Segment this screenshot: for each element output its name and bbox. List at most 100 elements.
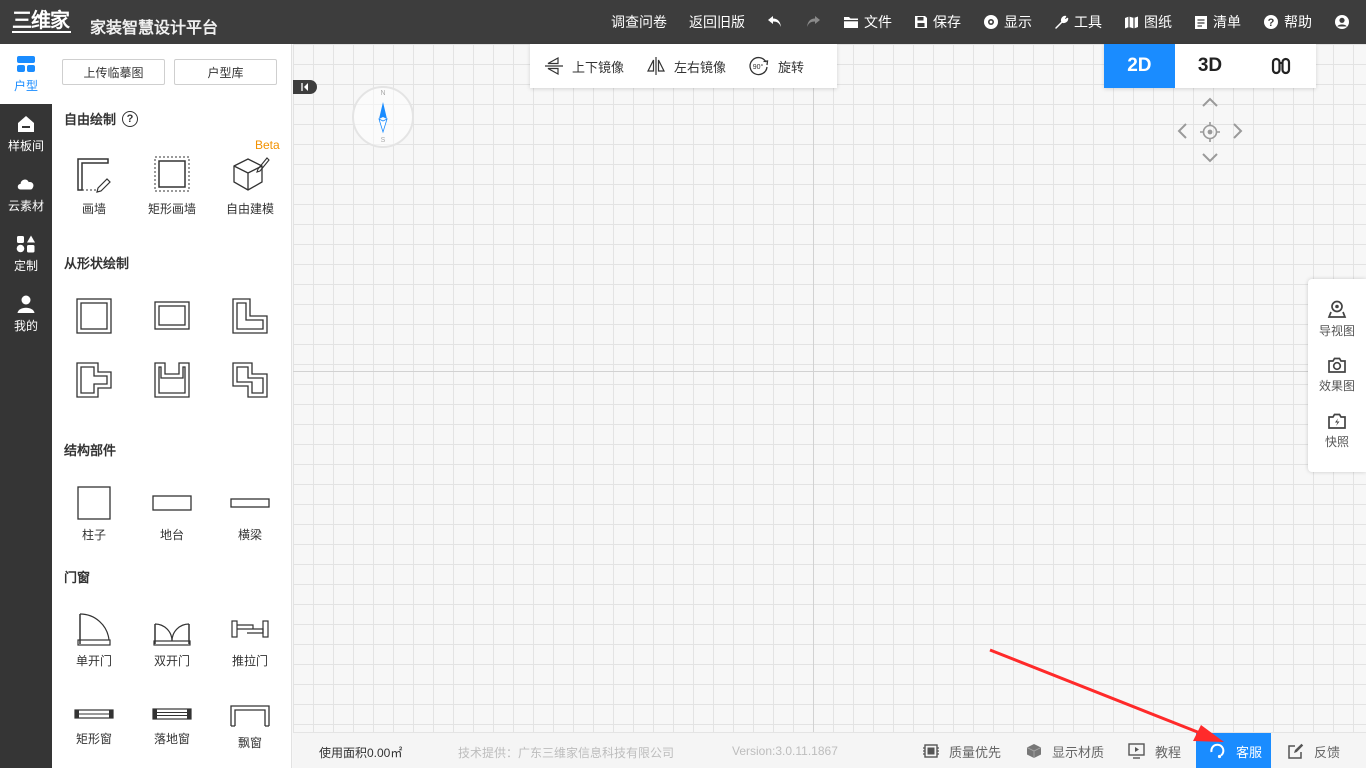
beta-badge: Beta [255,138,280,152]
customer-service-label: 客服 [1236,744,1263,760]
render-image-button[interactable]: 效果图 [1308,356,1366,394]
pan-left-icon[interactable] [1176,122,1188,140]
customer-service-button[interactable]: 客服 [1196,733,1271,768]
file-label: 文件 [864,14,892,30]
rect-window-label: 矩形窗 [75,732,112,746]
back-to-old-version-link[interactable]: 返回旧版 [689,12,745,32]
tool-draw-wall[interactable]: 画墙 [62,154,126,217]
show-material-button[interactable]: 显示材质 [1026,733,1104,768]
tools-label: 工具 [1074,14,1102,30]
flip-horizontal-icon [647,57,665,75]
logo[interactable]: 三维家 [12,9,71,35]
tool-single-door[interactable]: 单开门 [62,612,126,669]
list-menu[interactable]: 清单 [1194,12,1241,32]
tool-bay-window[interactable]: 飘窗 [218,704,282,751]
column-label: 柱子 [81,528,106,542]
undo-icon [768,16,781,27]
survey-link[interactable]: 调查问卷 [611,12,667,32]
single-door-label: 单开门 [75,654,112,668]
guide-view-icon [1327,300,1347,318]
tool-panel: 上传临摹图 户型库 自由绘制 ? Beta 画墙 矩形画墙 自由建模 从形状绘制 [52,44,292,768]
tool-double-door[interactable]: 双开门 [140,612,204,669]
flip-horizontal-button[interactable]: 左右镜像 [646,56,726,76]
list-icon [1195,15,1207,29]
tool-rect-window[interactable]: 矩形窗 [62,704,126,747]
redo-button[interactable] [805,15,821,29]
drawings-menu[interactable]: 图纸 [1124,12,1172,32]
tool-platform[interactable]: 地台 [140,486,204,543]
pan-up-icon[interactable] [1201,96,1219,108]
collapse-left-icon [301,83,308,91]
tools-menu[interactable]: 工具 [1054,12,1102,32]
center-target-icon[interactable] [1200,122,1220,142]
account-button[interactable] [1334,14,1350,30]
right-side-tools: 导视图 效果图 快照 [1308,279,1366,472]
view-3d-button[interactable]: 3D [1175,44,1246,88]
leftnav-mine[interactable]: 我的 [0,284,52,344]
tutorial-label: 教程 [1155,744,1182,760]
feedback-button[interactable]: 反馈 [1288,733,1340,768]
map-icon [1125,16,1138,28]
floorplan-library-button[interactable]: 户型库 [174,59,277,85]
save-menu[interactable]: 保存 [914,12,961,32]
bay-window-icon [230,705,270,727]
tutorial-button[interactable]: 教程 [1128,733,1181,768]
snapshot-button[interactable]: 快照 [1308,412,1366,450]
collapse-panel-button[interactable] [293,80,317,94]
z-room-icon [232,362,268,398]
rotate-button[interactable]: 90° 旋转 [748,56,804,76]
question-icon[interactable]: ? [122,110,139,127]
file-menu[interactable]: 文件 [843,12,892,32]
compass[interactable]: N S [352,86,414,148]
shape-u-room[interactable] [140,362,204,404]
quality-priority-button[interactable]: 质量优先 [923,733,1001,768]
tool-free-model[interactable]: 自由建模 [218,154,282,217]
headset-icon [1208,742,1226,760]
drawings-label: 图纸 [1144,14,1172,30]
shape-rect-room[interactable] [140,298,204,340]
snapshot-icon [1328,413,1346,429]
free-model-label: 自由建模 [225,202,274,216]
tool-floor-window[interactable]: 落地窗 [140,704,204,747]
undo-button[interactable] [767,15,783,29]
left-nav: 户型 样板间 云素材 定制 我的 [0,44,52,768]
pan-right-icon[interactable] [1232,122,1244,140]
tool-sliding-door[interactable]: 推拉门 [218,612,282,669]
shape-z-room[interactable] [218,362,282,404]
section-structure: 结构部件 [64,440,116,459]
tool-column[interactable]: 柱子 [62,486,126,543]
l-room-icon [232,298,268,334]
tutorial-icon [1128,743,1145,759]
tool-rect-wall[interactable]: 矩形画墙 [140,154,204,217]
guide-view-button[interactable]: 导视图 [1308,299,1366,339]
panel-top-buttons: 上传临摹图 户型库 [62,59,286,85]
guide-view-label: 导视图 [1318,324,1355,338]
help-menu[interactable]: ? 帮助 [1263,12,1312,32]
leftnav-showroom[interactable]: 样板间 [0,104,52,164]
person-icon [16,294,36,314]
house-icon [16,114,36,134]
shape-square-room[interactable] [62,298,126,340]
flip-vertical-icon [545,56,563,76]
pan-down-icon[interactable] [1201,152,1219,164]
view-vr-button[interactable] [1245,44,1316,88]
view-2d-button[interactable]: 2D [1104,44,1175,88]
upload-sketch-button[interactable]: 上传临摹图 [62,59,165,85]
flip-vertical-button[interactable]: 上下镜像 [544,56,624,76]
leftnav-cloud-material[interactable]: 云素材 [0,164,52,224]
shape-l-room[interactable] [218,298,282,340]
leftnav-custom[interactable]: 定制 [0,224,52,284]
tool-beam[interactable]: 横梁 [218,486,282,543]
leftnav-floorplan[interactable]: 户型 [0,44,52,104]
leftnav-mine-label: 我的 [13,319,38,333]
display-menu[interactable]: 显示 [983,12,1032,32]
list-label: 清单 [1213,14,1241,30]
shape-t-room[interactable] [62,362,126,404]
rect-wall-label: 矩形画墙 [147,202,196,216]
vr-glasses-icon [1271,57,1290,75]
shape-draw-title: 从形状绘制 [64,256,130,271]
render-image-label: 效果图 [1318,379,1355,393]
rotate-label: 旋转 [778,59,805,75]
leftnav-cloud-label: 云素材 [7,199,44,213]
camera-icon [1328,357,1346,373]
